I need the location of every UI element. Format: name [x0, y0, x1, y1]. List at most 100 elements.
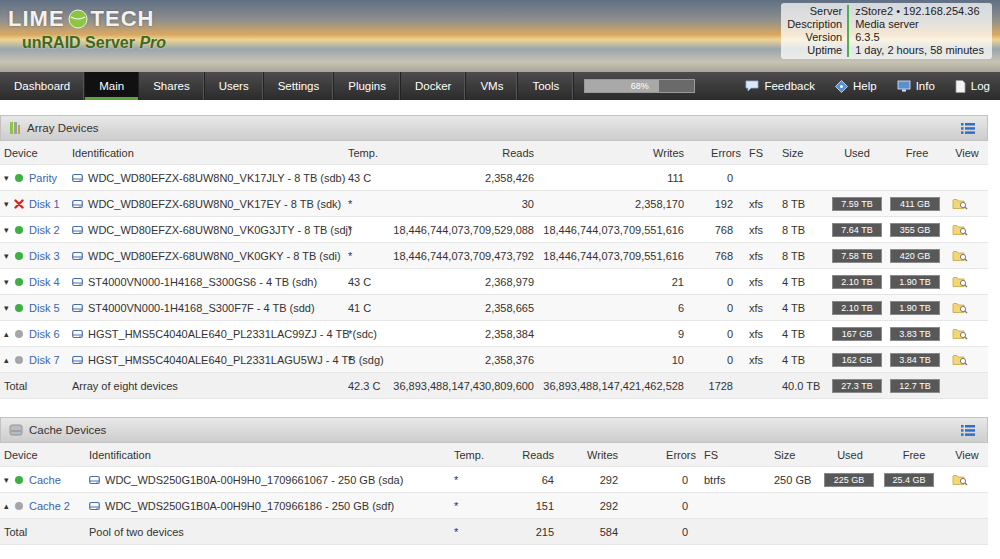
- size-cell: 8 TB: [778, 250, 828, 262]
- toggle-icon[interactable]: ▴: [4, 355, 11, 365]
- temp-cell: 43 C: [344, 276, 386, 288]
- nav-action[interactable]: Log: [945, 72, 1000, 100]
- reads-cell: 2,368,979: [386, 276, 538, 288]
- column-header: Reads: [500, 449, 558, 461]
- free-bar: 3.83 TB: [890, 327, 940, 341]
- toggle-icon[interactable]: ▾: [4, 277, 11, 287]
- nav-tab[interactable]: Main: [85, 72, 139, 100]
- toggle-icon[interactable]: ▴: [4, 501, 11, 511]
- identification-cell: ST4000VN000-1H4168_S300GS6 - 4 TB (sdh): [68, 276, 344, 288]
- errors-cell: 768: [688, 250, 745, 262]
- device-link[interactable]: Disk 7: [29, 354, 60, 366]
- temp-cell: 41 C: [344, 302, 386, 314]
- device-link[interactable]: Disk 3: [29, 250, 60, 262]
- array-icon: [9, 121, 21, 135]
- used-bar: 7.64 TB: [832, 223, 882, 237]
- reads-cell: 18,446,744,073,709,473,792: [386, 250, 538, 262]
- nav-action[interactable]: Help: [825, 72, 887, 100]
- nav-action[interactable]: Info: [887, 72, 945, 100]
- browse-folder-icon[interactable]: [952, 301, 968, 314]
- device-row: ▾ Disk 5 ST4000VN000-1H4168_S300F7F - 4 …: [0, 295, 988, 321]
- column-header: FS: [700, 449, 770, 461]
- nav-tab[interactable]: Settings: [264, 72, 335, 100]
- free-cell: 420 GB: [886, 249, 948, 263]
- identification-cell: Array of eight devices: [68, 380, 344, 392]
- size-cell: 4 TB: [778, 354, 828, 366]
- nav-tab[interactable]: Plugins: [334, 72, 401, 100]
- temp-cell: *: [450, 474, 500, 486]
- writes-cell: 292: [558, 474, 622, 486]
- free-bar: 12.7 TB: [890, 379, 940, 393]
- main-nav: DashboardMainSharesUsersSettingsPluginsD…: [0, 72, 1000, 100]
- browse-folder-icon[interactable]: [952, 473, 968, 486]
- column-header: Used: [828, 147, 886, 159]
- main-content: Array Devices DeviceIdentificationTemp.R…: [0, 100, 1000, 545]
- error-icon: [14, 199, 24, 209]
- nav-tab[interactable]: Tools: [518, 72, 574, 100]
- logo[interactable]: LIME TECH unRAID Server Pro: [0, 0, 166, 52]
- reads-cell: 151: [500, 500, 558, 512]
- speech-bubble-icon: [745, 80, 759, 92]
- list-view-icon[interactable]: [961, 425, 975, 436]
- nav-action[interactable]: Feedback: [735, 72, 825, 100]
- browse-folder-icon[interactable]: [952, 327, 968, 340]
- used-bar: 2.10 TB: [832, 301, 882, 315]
- column-header: Size: [778, 147, 828, 159]
- hard-drive-icon: [72, 251, 83, 261]
- fs-cell: xfs: [745, 302, 778, 314]
- size-cell: 4 TB: [778, 328, 828, 340]
- info-label: Server: [787, 5, 849, 18]
- reads-cell: 30: [386, 198, 538, 210]
- nav-tab[interactable]: Users: [205, 72, 264, 100]
- toggle-icon[interactable]: ▾: [4, 225, 11, 235]
- toggle-icon[interactable]: ▾: [4, 173, 11, 183]
- browse-folder-icon[interactable]: [952, 275, 968, 288]
- fs-cell: xfs: [745, 354, 778, 366]
- device-link[interactable]: Cache: [29, 474, 61, 486]
- temp-cell: *: [344, 328, 386, 340]
- used-cell: 167 GB: [828, 327, 886, 341]
- browse-folder-icon[interactable]: [952, 197, 968, 210]
- browse-folder-icon[interactable]: [952, 223, 968, 236]
- device-row: ▾ Cache WDC_WDS250G1B0A-00H9H0_170966106…: [0, 467, 988, 493]
- errors-cell: 0: [688, 172, 745, 184]
- browse-folder-icon[interactable]: [952, 353, 968, 366]
- device-link[interactable]: Disk 1: [29, 198, 60, 210]
- toggle-icon[interactable]: ▾: [4, 475, 11, 485]
- disk-usage-progress: 68%: [584, 79, 695, 93]
- device-link[interactable]: Disk 2: [29, 224, 60, 236]
- device-link[interactable]: Disk 5: [29, 302, 60, 314]
- column-header: Device: [0, 147, 68, 159]
- nav-tab[interactable]: Dashboard: [0, 72, 85, 100]
- browse-folder-icon[interactable]: [952, 249, 968, 262]
- errors-cell: 0: [688, 328, 745, 340]
- device-section: Cache Devices DeviceIdentificationTemp.R…: [0, 417, 988, 545]
- banner: LIME TECH unRAID Server Pro Server zStor…: [0, 0, 1000, 72]
- view-cell: [948, 353, 986, 366]
- device-link[interactable]: Parity: [29, 172, 57, 184]
- product-name: unRAID Server Pro: [22, 34, 166, 52]
- nav-tab[interactable]: Shares: [139, 72, 204, 100]
- toggle-icon[interactable]: ▾: [4, 199, 11, 209]
- toggle-icon[interactable]: ▴: [4, 329, 11, 339]
- toggle-icon[interactable]: ▾: [4, 303, 11, 313]
- device-row: ▴ Disk 7 HGST_HMS5C4040ALE640_PL2331LAGU…: [0, 347, 988, 373]
- nav-tab[interactable]: VMs: [466, 72, 518, 100]
- info-value: zStore2 • 192.168.254.36: [849, 5, 984, 18]
- device-link[interactable]: Disk 4: [29, 276, 60, 288]
- size-cell: 40.0 TB: [778, 380, 828, 392]
- used-cell: 225 GB: [820, 473, 880, 487]
- list-view-icon[interactable]: [961, 123, 975, 134]
- nav-tab[interactable]: Docker: [401, 72, 466, 100]
- toggle-icon[interactable]: ▾: [4, 251, 11, 261]
- free-bar: 411 GB: [890, 197, 940, 211]
- info-label: Uptime: [787, 44, 849, 57]
- total-label: Total: [4, 526, 27, 538]
- device-link[interactable]: Cache 2: [29, 500, 70, 512]
- fs-cell: xfs: [745, 328, 778, 340]
- device-link[interactable]: Disk 6: [29, 328, 60, 340]
- free-bar: 25.4 GB: [884, 473, 934, 487]
- info-label: Version: [787, 31, 849, 44]
- reads-cell: 36,893,488,147,430,809,600: [386, 380, 538, 392]
- unraid-main-page: LIME TECH unRAID Server Pro Server zStor…: [0, 0, 1000, 559]
